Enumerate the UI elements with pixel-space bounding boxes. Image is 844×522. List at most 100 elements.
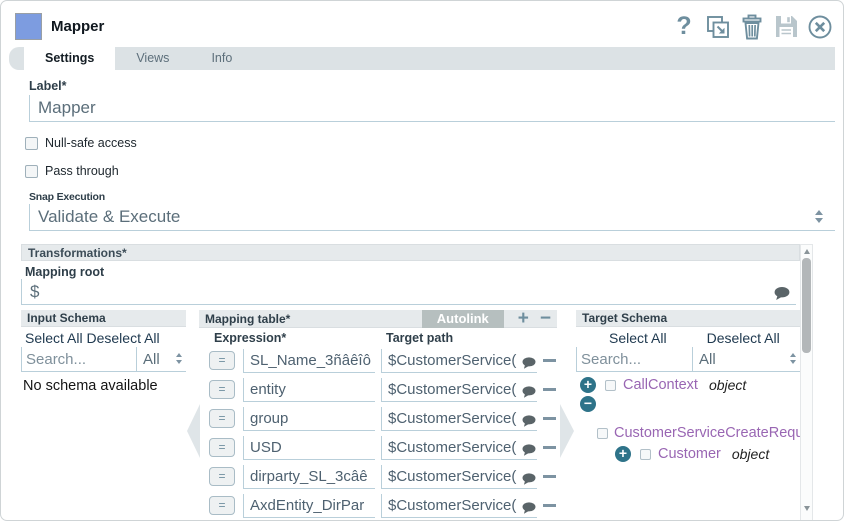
add-row-icon[interactable]: + bbox=[518, 311, 529, 327]
node-checkbox[interactable] bbox=[605, 380, 616, 391]
delete-row-icon[interactable] bbox=[543, 417, 556, 420]
node-checkbox[interactable] bbox=[640, 449, 651, 460]
tab-settings[interactable]: Settings bbox=[24, 47, 115, 70]
transformations-section: Transformations* Mapping root Input Sche… bbox=[21, 244, 813, 521]
node-name[interactable]: Customer bbox=[658, 446, 721, 462]
scrollbar-thumb[interactable] bbox=[802, 258, 811, 353]
null-safe-checkbox[interactable] bbox=[25, 137, 38, 150]
open-preview-icon[interactable] bbox=[705, 14, 731, 40]
dialog-title: Mapper bbox=[51, 18, 104, 35]
expression-input[interactable] bbox=[243, 407, 375, 431]
comment-icon[interactable] bbox=[522, 414, 536, 432]
expression-input[interactable] bbox=[243, 378, 375, 402]
delete-row-icon[interactable] bbox=[543, 388, 556, 391]
scroll-down-icon[interactable] bbox=[804, 506, 810, 511]
node-checkbox[interactable] bbox=[597, 428, 608, 439]
null-safe-row: Null-safe access bbox=[25, 136, 843, 150]
delete-row-icon[interactable] bbox=[543, 504, 556, 507]
expand-node-icon[interactable]: + bbox=[580, 377, 596, 393]
expression-input[interactable] bbox=[243, 494, 375, 518]
expression-column-header: Expression* bbox=[214, 331, 386, 345]
help-icon[interactable]: ? bbox=[671, 14, 697, 40]
target-schema-tree: + CallContext object − CustomerServiceCr… bbox=[576, 372, 800, 462]
comment-icon[interactable] bbox=[522, 385, 536, 403]
target-path-input[interactable] bbox=[381, 349, 537, 373]
comment-icon[interactable] bbox=[522, 443, 536, 461]
target-select-all-link[interactable]: Select All bbox=[609, 330, 667, 346]
equals-button[interactable]: = bbox=[209, 467, 235, 486]
input-schema-search-row: All bbox=[21, 347, 186, 372]
comment-icon[interactable] bbox=[522, 501, 536, 519]
close-icon[interactable] bbox=[807, 14, 833, 40]
mapping-row: = bbox=[199, 404, 557, 433]
mapping-panels: Input Schema Select All Deselect All All… bbox=[21, 310, 813, 521]
expression-input[interactable] bbox=[243, 465, 375, 489]
input-schema-filter-value: All bbox=[137, 351, 160, 368]
tree-node-expander-row: − bbox=[576, 396, 800, 412]
target-schema-filter-select[interactable]: All bbox=[692, 347, 800, 371]
dropdown-spinner-icon bbox=[790, 353, 796, 364]
label-input[interactable] bbox=[29, 95, 835, 122]
dropdown-spinner-icon bbox=[815, 210, 823, 223]
tree-node-customerservicecreaterequest: CustomerServiceCreateReque bbox=[576, 425, 800, 441]
target-path-input[interactable] bbox=[381, 407, 537, 431]
mapping-table-panel: Mapping table* Autolink + − Expression* … bbox=[199, 310, 557, 521]
expression-input[interactable] bbox=[243, 436, 375, 460]
null-safe-label: Null-safe access bbox=[45, 136, 137, 150]
equals-button[interactable]: = bbox=[209, 409, 235, 428]
collapse-right-icon[interactable] bbox=[560, 404, 574, 458]
remove-row-icon[interactable]: − bbox=[540, 311, 551, 327]
input-select-all-link[interactable]: Select All bbox=[25, 330, 83, 346]
expand-node-icon[interactable]: + bbox=[615, 446, 631, 462]
mapping-root-input[interactable] bbox=[21, 279, 796, 305]
input-schema-search-input[interactable] bbox=[22, 351, 136, 368]
node-type: object bbox=[732, 446, 769, 462]
scroll-up-icon[interactable] bbox=[804, 249, 810, 254]
mapping-row-partial bbox=[199, 520, 557, 521]
transformations-scrollbar[interactable] bbox=[800, 244, 813, 521]
pass-through-checkbox[interactable] bbox=[25, 165, 38, 178]
equals-button[interactable]: = bbox=[209, 496, 235, 515]
target-path-input[interactable] bbox=[381, 494, 537, 518]
node-name[interactable]: CustomerServiceCreateReque bbox=[614, 425, 800, 441]
target-path-input[interactable] bbox=[381, 436, 537, 460]
snap-execution-select[interactable]: Validate & Execute bbox=[29, 204, 835, 231]
equals-button[interactable]: = bbox=[209, 351, 235, 370]
tab-info[interactable]: Info bbox=[190, 47, 253, 70]
equals-button[interactable]: = bbox=[209, 380, 235, 399]
mapping-root-label: Mapping root bbox=[25, 265, 813, 279]
input-schema-links: Select All Deselect All bbox=[21, 327, 186, 347]
input-schema-panel: Input Schema Select All Deselect All All… bbox=[21, 310, 186, 521]
mapping-table-title: Mapping table* bbox=[205, 312, 422, 326]
input-schema-filter-select[interactable]: All bbox=[136, 347, 186, 371]
node-name[interactable]: CallContext bbox=[623, 377, 698, 393]
pass-through-label: Pass through bbox=[45, 164, 119, 178]
collapse-left-icon[interactable] bbox=[187, 404, 200, 458]
snap-type-icon bbox=[15, 13, 42, 40]
delete-row-icon[interactable] bbox=[543, 475, 556, 478]
comment-icon[interactable] bbox=[522, 356, 536, 374]
comment-icon[interactable] bbox=[774, 287, 790, 305]
tab-views[interactable]: Views bbox=[115, 47, 190, 70]
tab-bar: Settings Views Info bbox=[9, 47, 835, 70]
target-path-input[interactable] bbox=[381, 378, 537, 402]
mapping-row: = bbox=[199, 375, 557, 404]
target-path-input[interactable] bbox=[381, 465, 537, 489]
comment-icon[interactable] bbox=[522, 472, 536, 490]
delete-row-icon[interactable] bbox=[543, 359, 556, 362]
header-toolbar: ? bbox=[671, 14, 833, 40]
autolink-button[interactable]: Autolink bbox=[422, 310, 504, 328]
delete-icon[interactable] bbox=[739, 14, 765, 40]
transformations-title: Transformations* bbox=[21, 244, 800, 261]
save-icon[interactable] bbox=[773, 14, 799, 40]
delete-row-icon[interactable] bbox=[543, 446, 556, 449]
equals-button[interactable]: = bbox=[209, 438, 235, 457]
tree-node-customer: + Customer object bbox=[576, 446, 800, 462]
input-deselect-all-link[interactable]: Deselect All bbox=[86, 330, 159, 346]
mapping-table-column-headers: Expression* Target path bbox=[199, 328, 557, 346]
collapse-node-icon[interactable]: − bbox=[580, 396, 596, 412]
target-schema-search-input[interactable] bbox=[577, 351, 692, 368]
target-deselect-all-link[interactable]: Deselect All bbox=[707, 330, 780, 346]
tree-node-callcontext: + CallContext object bbox=[576, 377, 800, 393]
expression-input[interactable] bbox=[243, 349, 375, 373]
